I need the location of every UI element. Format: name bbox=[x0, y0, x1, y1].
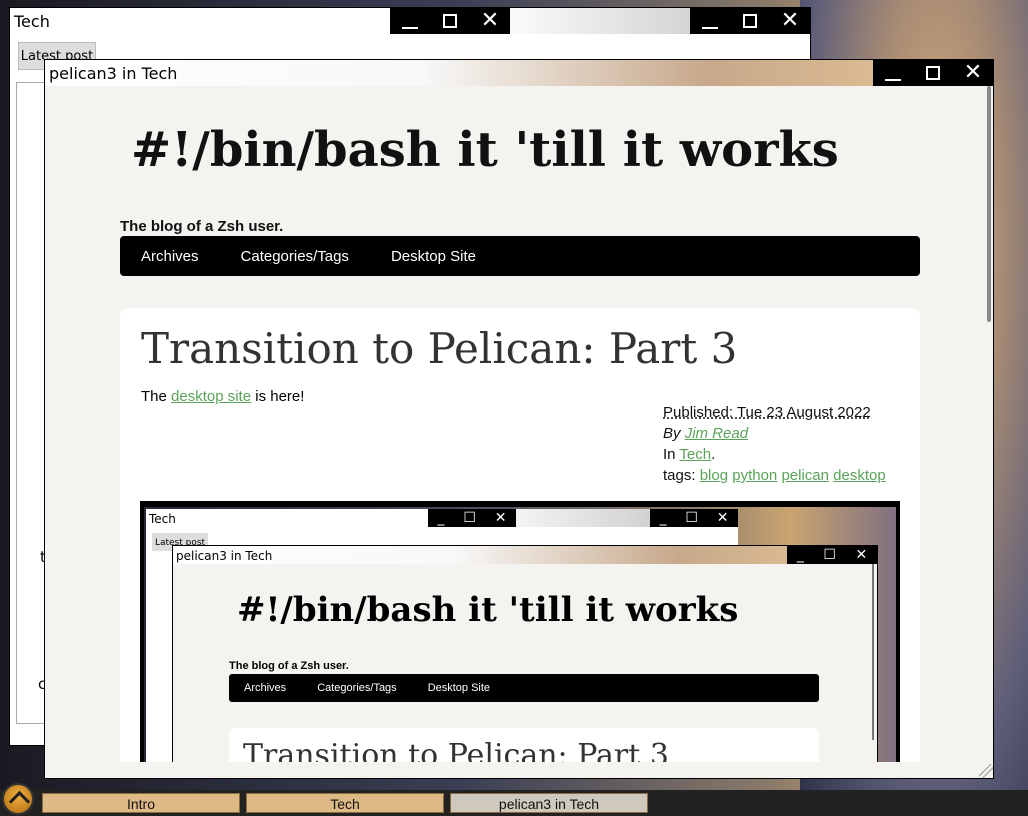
embedded-screenshot: Tech _ ☐ ✕ _ ☐ ✕ Latest post pelican3 in Tec… bbox=[140, 501, 900, 762]
vertical-scrollbar[interactable] bbox=[987, 86, 991, 322]
window-pelican3[interactable]: pelican3 in Tech ✕ #!/bin/bash it 'till … bbox=[45, 60, 993, 778]
window-tech-controls-secondary[interactable]: ✕ bbox=[690, 8, 810, 34]
nested-post-card: Transition to Pelican: Part 3 bbox=[229, 728, 819, 762]
minimize-icon[interactable] bbox=[873, 60, 913, 86]
tags-line: tags: blog python pelican desktop bbox=[663, 465, 886, 486]
minimize-icon[interactable] bbox=[390, 8, 430, 34]
nested-nav: Archives Categories/Tags Desktop Site bbox=[229, 674, 819, 702]
nested-blog-title: #!/bin/bash it 'till it works bbox=[237, 590, 739, 630]
nested-blog-subtitle: The blog of a Zsh user. bbox=[229, 660, 349, 672]
blog-page: #!/bin/bash it 'till it works The blog o… bbox=[45, 86, 985, 762]
in-label: In bbox=[663, 446, 676, 463]
post-card: Transition to Pelican: Part 3 The deskto… bbox=[120, 308, 920, 762]
nested-tech-title: Tech bbox=[149, 512, 176, 526]
window-pelican3-title: pelican3 in Tech bbox=[49, 64, 178, 83]
main-nav: Archives Categories/Tags Desktop Site bbox=[120, 236, 920, 276]
post-body-prefix: The bbox=[141, 388, 172, 405]
desktop-site-link[interactable]: desktop site bbox=[171, 388, 251, 405]
taskbar-item-intro[interactable]: Intro bbox=[42, 793, 240, 813]
post-body: The desktop site is here! bbox=[141, 388, 304, 405]
taskbar-item-pelican3[interactable]: pelican3 in Tech bbox=[450, 793, 648, 813]
blog-subtitle: The blog of a Zsh user. bbox=[120, 218, 284, 235]
nested-minimize-icon: _ bbox=[796, 547, 804, 563]
nested-tech-controls-secondary: _ ☐ ✕ bbox=[650, 509, 738, 527]
author-line: By Jim Read bbox=[663, 423, 886, 444]
maximize-icon[interactable] bbox=[913, 60, 953, 86]
tag-desktop[interactable]: desktop bbox=[833, 467, 886, 484]
nested-post-title: Transition to Pelican: Part 3 bbox=[243, 738, 669, 762]
nested-maximize-icon: ☐ bbox=[823, 547, 836, 563]
resize-grip-icon[interactable] bbox=[979, 764, 993, 778]
nested-pelican3-title: pelican3 in Tech bbox=[176, 549, 273, 563]
maximize-icon[interactable] bbox=[730, 8, 770, 34]
taskbar: Intro Tech pelican3 in Tech bbox=[0, 790, 1028, 816]
blog-title[interactable]: #!/bin/bash it 'till it works bbox=[131, 122, 839, 178]
nav-categories-tags[interactable]: Categories/Tags bbox=[241, 248, 349, 265]
tags-label: tags: bbox=[663, 467, 696, 484]
taskbar-item-tech[interactable]: Tech bbox=[246, 793, 444, 813]
nested-window-pelican3: pelican3 in Tech _ ☐ ✕ #!/bin/bash it 'til… bbox=[172, 545, 878, 762]
by-label: By bbox=[663, 425, 681, 442]
author-link[interactable]: Jim Read bbox=[685, 425, 748, 442]
close-icon[interactable]: ✕ bbox=[953, 60, 993, 86]
nested-nav-archives: Archives bbox=[244, 682, 287, 694]
close-icon[interactable]: ✕ bbox=[770, 8, 810, 34]
post-body-suffix: is here! bbox=[251, 388, 305, 405]
tag-blog[interactable]: blog bbox=[700, 467, 728, 484]
start-menu-icon[interactable] bbox=[2, 783, 34, 815]
tag-pelican[interactable]: pelican bbox=[781, 467, 829, 484]
post-meta: Published: Tue 23 August 2022 By Jim Rea… bbox=[663, 402, 886, 486]
nested-minimize-icon: _ bbox=[437, 510, 445, 526]
category-link[interactable]: Tech bbox=[679, 446, 711, 463]
minimize-icon[interactable] bbox=[690, 8, 730, 34]
window-tech-title: Tech bbox=[14, 12, 50, 31]
nested-minimize-icon: _ bbox=[659, 510, 667, 526]
nested-pelican3-titlebar bbox=[173, 546, 877, 564]
window-pelican3-titlebar[interactable]: pelican3 in Tech bbox=[45, 60, 993, 86]
nested-tech-controls: _ ☐ ✕ bbox=[428, 509, 516, 527]
tag-python[interactable]: python bbox=[732, 467, 777, 484]
nav-archives[interactable]: Archives bbox=[141, 248, 199, 265]
maximize-icon[interactable] bbox=[430, 8, 470, 34]
nested-close-icon: ✕ bbox=[716, 510, 729, 526]
close-icon[interactable]: ✕ bbox=[470, 8, 510, 34]
nested-maximize-icon: ☐ bbox=[685, 510, 698, 526]
window-tech-controls[interactable]: ✕ bbox=[390, 8, 510, 34]
nested-nav-categories-tags: Categories/Tags bbox=[317, 682, 397, 694]
nested-maximize-icon: ☐ bbox=[463, 510, 476, 526]
nested-scrollbar bbox=[872, 564, 874, 740]
nested-close-icon: ✕ bbox=[494, 510, 507, 526]
category-line: In Tech. bbox=[663, 446, 716, 463]
post-title[interactable]: Transition to Pelican: Part 3 bbox=[141, 324, 737, 373]
nested-close-icon: ✕ bbox=[855, 547, 868, 563]
nested-pelican3-controls: _ ☐ ✕ bbox=[787, 546, 877, 564]
nav-desktop-site[interactable]: Desktop Site bbox=[391, 248, 476, 265]
nested-nav-desktop-site: Desktop Site bbox=[427, 682, 491, 694]
window-pelican3-controls[interactable]: ✕ bbox=[873, 60, 993, 86]
published-date: Published: Tue 23 August 2022 bbox=[663, 404, 871, 421]
